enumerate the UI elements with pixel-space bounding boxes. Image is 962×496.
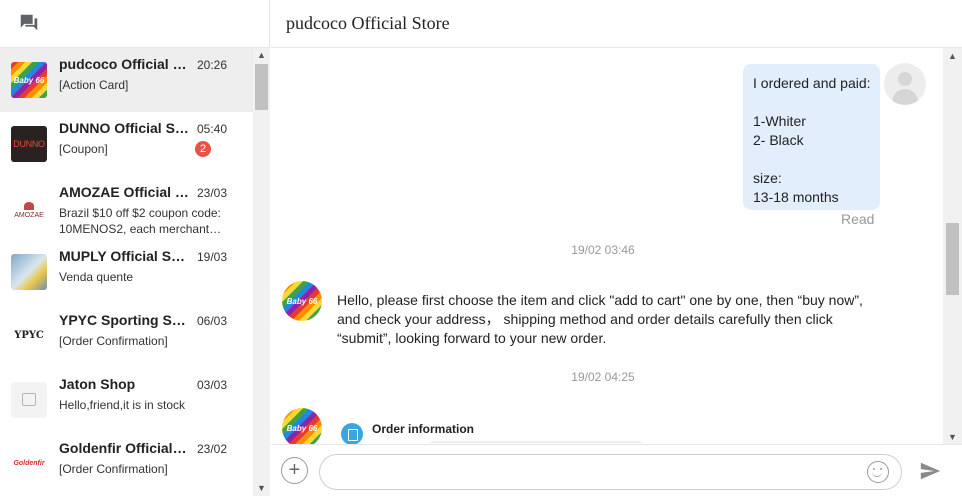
chat-app: Baby 66 pudcoco Official Store 20:26 [Ac… <box>0 0 962 496</box>
conversation-preview: [Action Card] <box>59 78 129 92</box>
sidebar-scrollbar[interactable]: ▲ ▼ <box>253 48 270 496</box>
message-line: 1-Whiter <box>753 113 806 129</box>
scroll-down-arrow-icon[interactable]: ▼ <box>948 432 957 442</box>
outgoing-message-bubble: I ordered and paid: 1-Whiter 2- Black si… <box>743 64 880 210</box>
chat-bubbles-icon[interactable] <box>18 12 40 34</box>
unread-badge: 2 <box>195 141 211 157</box>
conversation-item[interactable]: DUNNO DUNNO Official Store 05:40 [Coupon… <box>0 112 253 176</box>
store-avatar <box>11 382 47 418</box>
conversation-name: DUNNO Official Store <box>59 120 189 136</box>
shop-icon <box>22 393 36 406</box>
message-line <box>753 150 870 169</box>
message-line: I ordered and paid: <box>753 75 871 91</box>
store-avatar: Baby 66 <box>11 62 47 98</box>
order-card-label: Order information <box>372 422 475 436</box>
chat-header: pudcoco Official Store <box>271 0 962 48</box>
message-line: size: <box>753 170 782 186</box>
scrollbar-thumb[interactable] <box>255 64 268 110</box>
document-icon <box>341 423 363 444</box>
conversation-preview: Hello,friend,it is in stock <box>59 398 186 412</box>
conversation-time: 05:40 <box>196 122 227 136</box>
sidebar-header <box>0 0 269 48</box>
message-scrollbar[interactable]: ▲ ▼ <box>943 48 962 444</box>
plus-circle-icon[interactable]: + <box>281 457 308 484</box>
message-area: I ordered and paid: 1-Whiter 2- Black si… <box>271 48 943 444</box>
conversation-name: pudcoco Official Store <box>59 56 189 72</box>
store-avatar: Baby 66 <box>282 281 322 321</box>
send-arrow-icon[interactable] <box>919 460 941 482</box>
conversation-time: 19/03 <box>196 250 227 264</box>
scroll-up-arrow-icon[interactable]: ▲ <box>948 51 957 61</box>
conversation-name: AMOZAE Official Store <box>59 184 189 200</box>
store-avatar: Goldenfir <box>11 446 47 482</box>
message-input[interactable] <box>319 454 902 490</box>
conversation-item[interactable]: Jaton Shop 03/03 Hello,friend,it is in s… <box>0 368 253 432</box>
conversation-name: YPYC Sporting Store <box>59 312 189 328</box>
conversation-item[interactable]: AMOZAE AMOZAE Official Store 23/03 Brazi… <box>0 176 253 240</box>
conversation-time: 23/03 <box>196 186 227 200</box>
incoming-message: Hello, please first choose the item and … <box>337 292 863 346</box>
store-avatar: YPYC <box>11 318 47 354</box>
conversation-time: 03/03 <box>196 378 227 392</box>
conversation-preview: Venda quente <box>59 270 134 284</box>
store-avatar: Baby 66 <box>282 408 322 444</box>
message-timestamp: 19/02 04:25 <box>571 370 635 384</box>
conversation-sidebar: Baby 66 pudcoco Official Store 20:26 [Ac… <box>0 0 270 496</box>
conversation-time: 06/03 <box>196 314 227 328</box>
conversation-item[interactable]: Goldenfir Goldenfir Official Store 23/02… <box>0 432 253 496</box>
chat-panel: pudcoco Official Store I ordered and pai… <box>271 0 962 496</box>
conversation-time: 23/02 <box>196 442 227 456</box>
message-timestamp: 19/02 03:46 <box>571 243 635 257</box>
message-line: 13-18 months <box>753 189 839 205</box>
read-status: Read <box>841 211 875 227</box>
chat-title: pudcoco Official Store <box>286 13 450 33</box>
conversation-name: MUPLY Official Store <box>59 248 189 264</box>
conversation-name: Goldenfir Official Store <box>59 440 189 456</box>
smiley-icon[interactable] <box>867 461 889 483</box>
conversation-preview: [Order Confirmation] <box>59 334 168 348</box>
message-input-bar: + <box>271 444 962 496</box>
conversation-time: 20:26 <box>196 58 227 72</box>
conversation-list: Baby 66 pudcoco Official Store 20:26 [Ac… <box>0 48 253 496</box>
user-avatar <box>884 63 926 105</box>
conversation-preview: Brazil $10 off $2 coupon code: 10MENOS2,… <box>59 206 221 236</box>
message-line: 2- Black <box>753 132 804 148</box>
message-line <box>753 93 870 112</box>
scrollbar-thumb[interactable] <box>946 223 959 295</box>
conversation-name: Jaton Shop <box>59 376 136 392</box>
store-avatar: DUNNO <box>11 126 47 162</box>
conversation-item[interactable]: Baby 66 pudcoco Official Store 20:26 [Ac… <box>0 48 253 112</box>
store-avatar: AMOZAE <box>11 190 47 226</box>
divider <box>431 441 641 443</box>
store-avatar <box>11 254 47 290</box>
conversation-item[interactable]: MUPLY Official Store 19/03 Venda quente <box>0 240 253 304</box>
conversation-item[interactable]: YPYC YPYC Sporting Store 06/03 [Order Co… <box>0 304 253 368</box>
scroll-down-arrow-icon[interactable]: ▼ <box>257 484 266 493</box>
conversation-preview: [Order Confirmation] <box>59 462 168 476</box>
scroll-up-arrow-icon[interactable]: ▲ <box>257 51 266 60</box>
